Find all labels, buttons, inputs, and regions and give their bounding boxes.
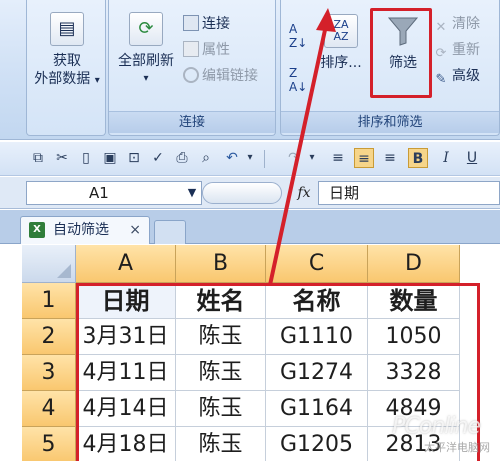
row-header-3[interactable]: 3 [22, 355, 76, 391]
column-header-a[interactable]: A [76, 245, 176, 283]
align-center-icon[interactable]: ≡ [354, 148, 374, 168]
sort-button[interactable]: ZA AZ 排序... [311, 14, 371, 72]
align-right-icon[interactable]: ≡ [380, 148, 400, 168]
clear-button[interactable]: ✕ 清除 [433, 14, 480, 35]
format-painter-icon[interactable]: ✓ [148, 148, 168, 168]
sort-dialog-icon: ZA AZ [324, 14, 358, 48]
name-box-dropdown-icon[interactable]: ▼ [182, 181, 202, 205]
dropdown-arrow-icon: ▾ [143, 73, 149, 84]
advanced-label: 高级 [452, 68, 480, 84]
advanced-filter-icon: ✎ [435, 72, 447, 87]
get-external-data-text: 外部数据 [34, 71, 91, 87]
row-header-4[interactable]: 4 [22, 391, 76, 427]
print-preview-icon[interactable]: ⊡ [124, 148, 144, 168]
workbook-tab[interactable]: X 自动筛选 × [20, 216, 150, 244]
clear-label: 清除 [452, 16, 480, 32]
name-box[interactable]: A1 [26, 181, 202, 205]
cut-icon[interactable]: ✂ [52, 148, 72, 168]
column-header-b[interactable]: B [176, 245, 266, 283]
toolbar-divider [264, 150, 265, 168]
sort-asc-button[interactable]: A Z↓ [289, 22, 307, 52]
connections-button[interactable]: 连接 [183, 14, 230, 34]
save-icon[interactable]: ▣ [100, 148, 120, 168]
watermark-brand: PConline [392, 414, 481, 439]
edit-links-button[interactable]: 编辑链接 [183, 66, 258, 86]
filter-highlight-box [370, 8, 432, 98]
refresh-icon: ⟳ [129, 12, 163, 46]
properties-button[interactable]: 属性 [183, 40, 230, 60]
reapply-label: 重新 [452, 42, 480, 58]
properties-icon [183, 41, 199, 57]
copy-icon[interactable]: ⧉ [28, 148, 48, 168]
undo-dropdown-icon[interactable]: ▾ [240, 148, 260, 168]
get-external-data-label-2: 外部数据 ▾ [29, 70, 105, 90]
new-icon[interactable]: ▯ [76, 148, 96, 168]
print-icon[interactable]: ⎙ [172, 148, 192, 168]
sort-desc-icon: Z A↓ [289, 66, 308, 94]
workbook-tab-strip: X 自动筛选 × [0, 210, 500, 244]
column-header-c[interactable]: C [266, 245, 368, 283]
sort-asc-icon: A Z↓ [289, 22, 308, 50]
reapply-icon: ⟳ [435, 46, 447, 61]
underline-icon[interactable]: U [462, 148, 482, 168]
sort-desc-button[interactable]: Z A↓ [289, 66, 307, 96]
new-tab-button[interactable] [154, 220, 186, 244]
align-left-icon[interactable]: ≡ [328, 148, 348, 168]
row-header-5[interactable]: 5 [22, 427, 76, 461]
refresh-all-label: 全部刷新 [118, 53, 174, 69]
sort-filter-group-label: 排序和筛选 [281, 111, 499, 133]
link-icon [183, 67, 199, 83]
select-all-corner[interactable] [22, 245, 76, 283]
get-external-data-button[interactable]: ▤ 获取 外部数据 ▾ [29, 12, 105, 90]
edit-links-label: 编辑链接 [202, 68, 258, 84]
clear-filter-icon: ✕ [435, 20, 447, 35]
row-header-1[interactable]: 1 [22, 283, 76, 319]
get-external-data-label-1: 获取 [53, 53, 81, 69]
formula-input[interactable]: 日期 [318, 181, 500, 205]
italic-icon[interactable]: I [436, 148, 456, 168]
row-header-2[interactable]: 2 [22, 319, 76, 355]
workbook-tab-label: 自动筛选 [53, 222, 109, 238]
connections-group-label: 连接 [109, 111, 275, 133]
reapply-button[interactable]: ⟳ 重新 [433, 40, 480, 61]
quick-access-toolbar: ⧉ ✂ ▯ ▣ ⊡ ✓ ⎙ ⌕ ↶ ▾ ↷ ▾ ≡ ≡ ≡ B I U [0, 142, 500, 176]
properties-label: 属性 [202, 42, 230, 58]
connections-label: 连接 [202, 16, 230, 32]
redo-dropdown-icon[interactable]: ▾ [302, 148, 322, 168]
dropdown-arrow-icon: ▾ [94, 75, 100, 86]
advanced-button[interactable]: ✎ 高级 [433, 66, 480, 87]
connections-group: ⟳ 全部刷新 ▾ 连接 属性 编辑链接 连接 [108, 0, 276, 136]
formula-bar-splitter[interactable] [202, 182, 282, 204]
close-icon[interactable]: × [129, 217, 141, 243]
refresh-all-button[interactable]: ⟳ 全部刷新 ▾ [111, 12, 181, 88]
bold-icon[interactable]: B [408, 148, 428, 168]
sort-label: 排序... [320, 55, 362, 71]
column-header-d[interactable]: D [368, 245, 460, 283]
zoom-preview-icon[interactable]: ⌕ [196, 148, 216, 168]
insert-function-icon[interactable]: fx [292, 181, 316, 205]
connections-icon [183, 15, 199, 31]
watermark-subtitle: 太平洋电脑网 [424, 441, 490, 454]
redo-icon[interactable]: ↷ [284, 148, 304, 168]
get-data-group: ▤ 获取 外部数据 ▾ [26, 0, 106, 136]
excel-file-icon: X [29, 222, 45, 238]
ribbon: ▤ 获取 外部数据 ▾ ⟳ 全部刷新 ▾ 连接 属性 编辑链接 连接 A Z↓ Z… [0, 0, 500, 140]
formula-bar: A1 ▼ fx 日期 [0, 177, 500, 209]
undo-icon[interactable]: ↶ [222, 148, 242, 168]
database-icon: ▤ [50, 12, 84, 46]
